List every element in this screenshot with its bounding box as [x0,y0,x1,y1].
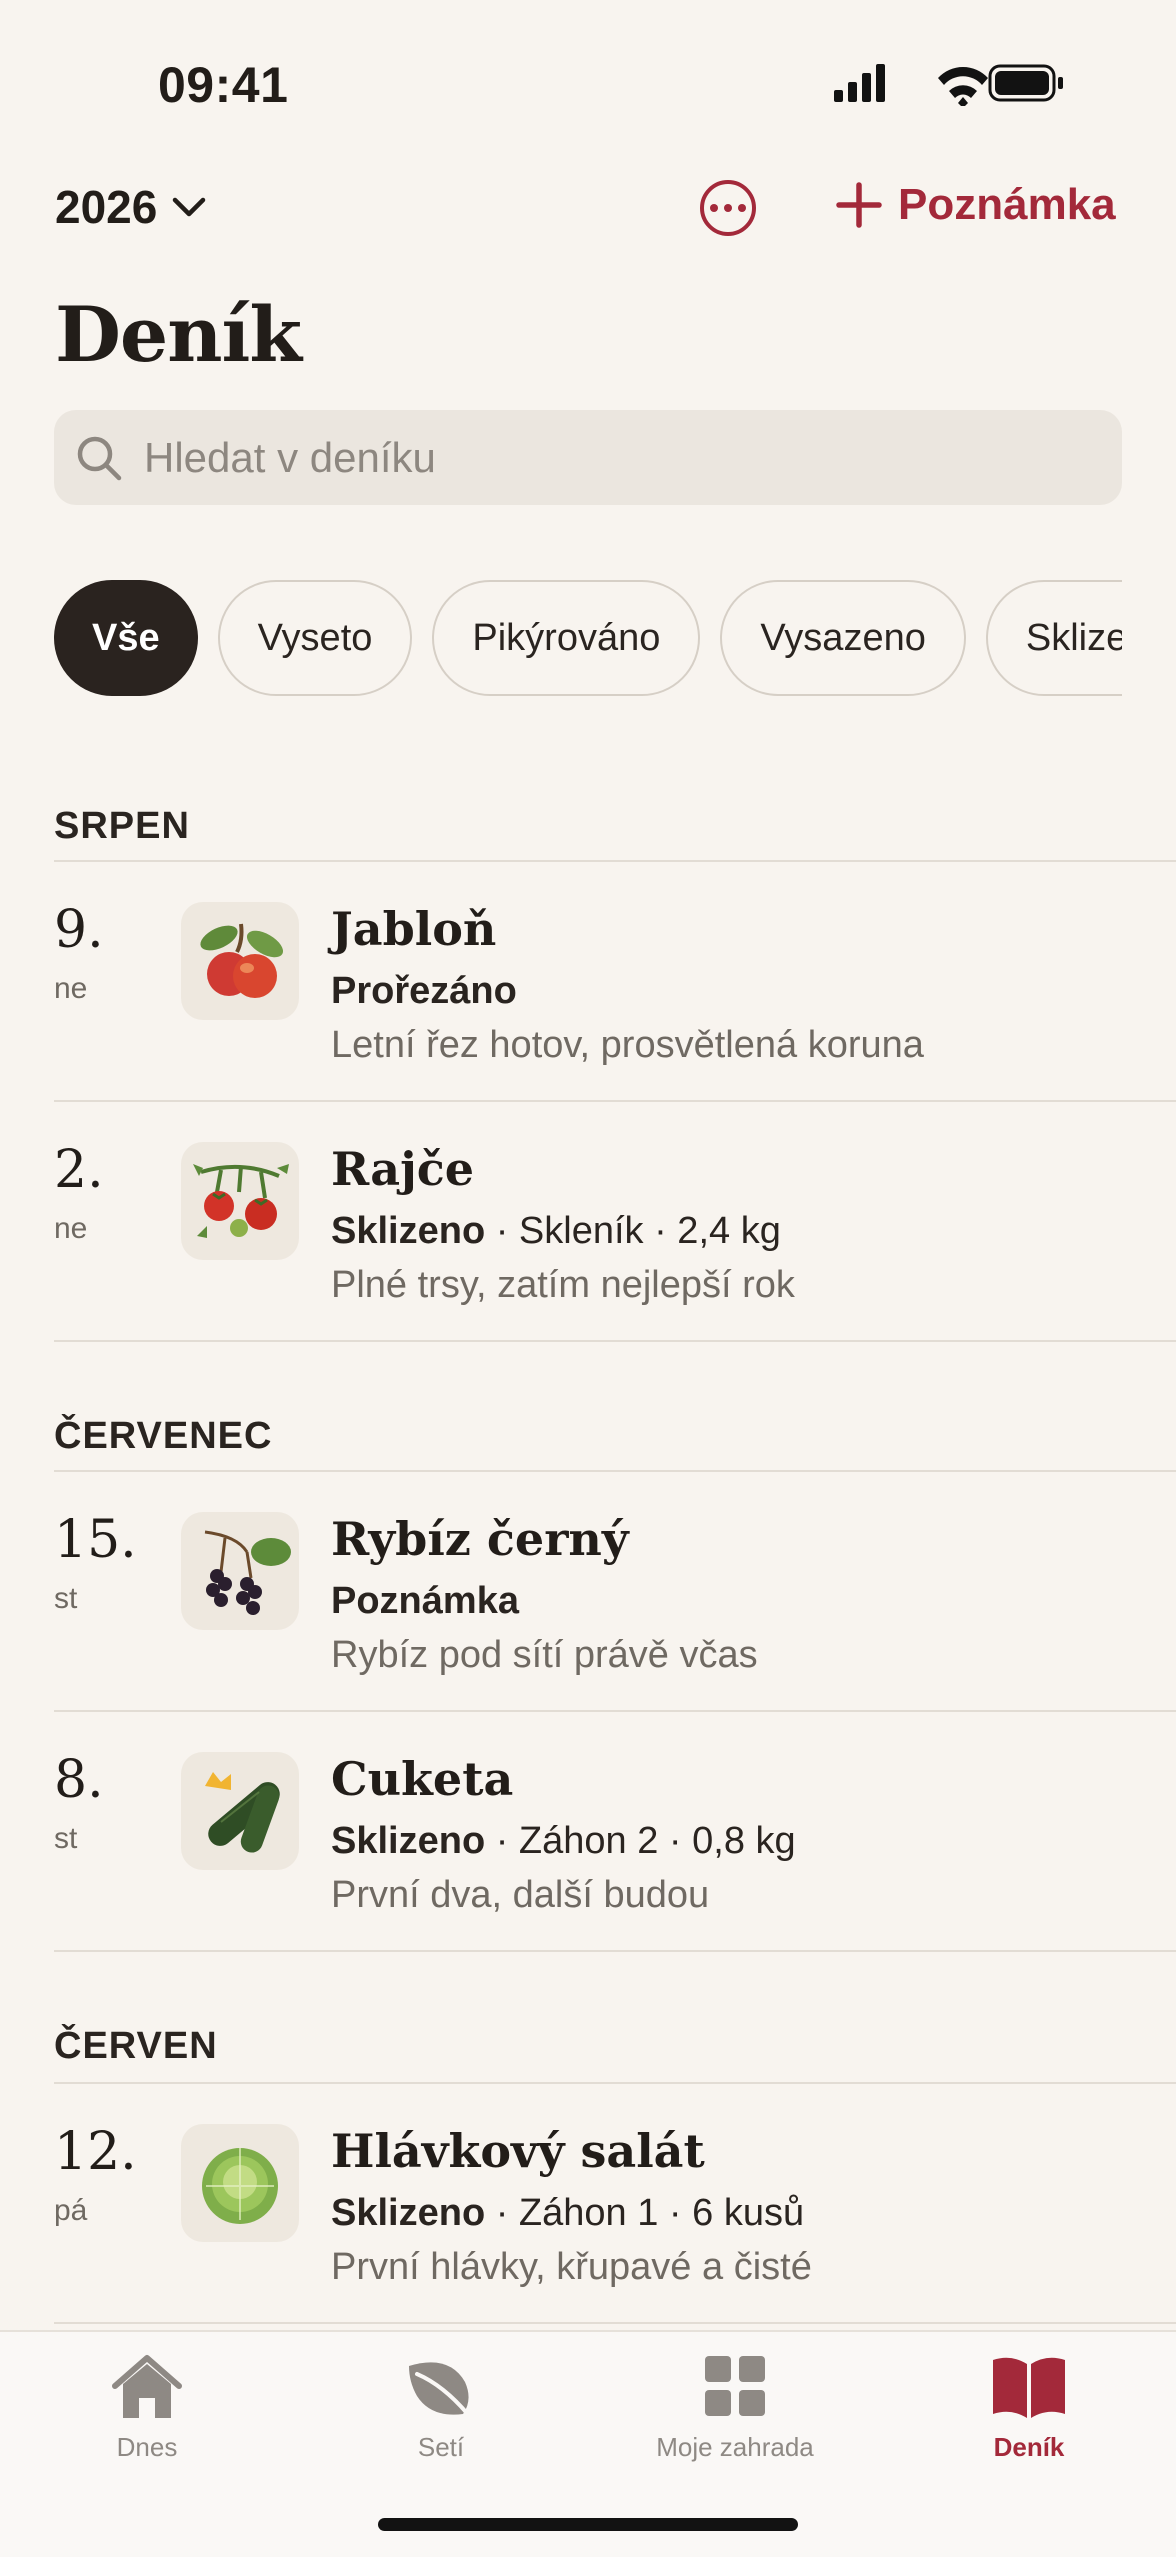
entry-note: První hlávky, křupavé a čisté [331,2246,812,2288]
wifi-icon [938,67,988,108]
leaf-icon [409,2362,473,2420]
add-note-button[interactable]: Poznámka [834,180,1116,230]
entry-day: 9. [54,900,104,960]
entry-note: Plné trsy, zatím nejlepší rok [331,1264,795,1306]
plus-icon [836,182,882,228]
tab-sowing[interactable]: Setí [294,2352,588,2482]
entry-action-line: Sklizeno · Záhon 2 · 0,8 kg [331,1820,796,1863]
search-input[interactable]: Hledat v deníku [54,410,1122,505]
search-placeholder: Hledat v deníku [144,433,436,481]
year-label: 2026 [55,181,158,233]
lettuce-icon [181,2124,299,2242]
entry-weekday: st [54,1822,78,1855]
entry-note: Letní řez hotov, prosvětlená koruna [331,1024,924,1066]
entry-action-line: Prořezáno [331,970,517,1013]
entry-weekday: ne [54,1212,88,1245]
section-header: SRPEN [54,805,190,847]
chevron-down-icon [173,197,206,217]
year-selector[interactable]: 2026 [55,180,207,234]
page-title: Deník [55,290,302,379]
ellipsis-dot [724,204,732,212]
more-options-button[interactable] [700,180,756,236]
status-icons [830,62,1070,111]
entry-action-line: Poznámka [331,1580,519,1623]
tab-label: Dnes [116,2432,178,2462]
journal-entry[interactable]: 2. ne Rajče Sklizeno · Skleník · 2,4 kg … [0,1102,1176,1342]
entry-action: Sklizeno [331,1820,486,1862]
section-header: ČERVENEC [54,1415,273,1457]
entry-plant: Rybíz černý [331,1512,629,1566]
entry-action-line: Sklizeno · Skleník · 2,4 kg [331,1210,781,1253]
entry-action: Poznámka [331,1580,519,1622]
row-divider [54,2322,1176,2324]
tab-today[interactable]: Dnes [0,2352,294,2482]
blackcurrant-icon [181,1512,299,1630]
section-header: ČERVEN [54,2025,218,2067]
entry-details: · Záhon 2 · 0,8 kg [485,1820,796,1862]
entry-action: Sklizeno [331,2192,486,2234]
filter-chip-harvested[interactable]: Sklizeno [985,580,1122,696]
tomato-icon [181,1142,299,1260]
journal-entry[interactable]: 15. st Rybíz černý Poznámka Rybíz pod sí… [0,1472,1176,1712]
zucchini-icon [181,1752,299,1870]
entry-plant: Rajče [331,1142,475,1196]
search-icon [77,436,122,480]
tab-my-garden[interactable]: Moje zahrada [588,2352,882,2482]
entry-weekday: st [54,1582,78,1615]
journal-entry[interactable]: 12. pá Hlávkový salát Sklizeno · Záhon 1… [0,2084,1176,2324]
row-divider [54,1950,1176,1952]
status-time: 09:41 [158,57,289,113]
entry-note: První dva, další budou [331,1874,710,1916]
entry-action-line: Sklizeno · Záhon 1 · 6 kusů [331,2192,804,2235]
signal-icon [834,64,885,102]
entry-action: Prořezáno [331,970,517,1012]
entry-day: 12. [54,2122,137,2182]
journal-entry[interactable]: 8. st Cuketa Sklizeno · Záhon 2 · 0,8 kg… [0,1712,1176,1952]
tab-label: Moje zahrada [656,2432,814,2462]
add-note-label: Poznámka [898,180,1116,229]
ellipsis-icon [710,204,718,212]
entry-day: 15. [54,1510,137,1570]
entry-weekday: ne [54,972,88,1005]
entry-day: 8. [54,1750,104,1810]
entry-plant: Jabloň [331,902,497,956]
ellipsis-dot [738,204,746,212]
tab-label: Setí [417,2432,465,2462]
filter-chip-all[interactable]: Vše [54,580,198,696]
filter-chip-planted[interactable]: Vysazeno [720,580,966,696]
home-indicator [378,2518,798,2531]
battery-icon [988,64,1063,102]
tab-label: Deník [993,2432,1065,2462]
filter-chip-pricked-out[interactable]: Pikýrováno [432,580,701,696]
filter-chips: Vše Vyseto Pikýrováno Vysazeno Sklizeno [54,580,1122,698]
filter-chip-sown[interactable]: Vyseto [217,580,413,696]
journal-entry[interactable]: 9. ne Jabloň Prořezáno Letní řez hotov, … [0,862,1176,1102]
home-icon [112,2355,182,2418]
tab-journal[interactable]: Deník [882,2352,1176,2482]
entry-weekday: pá [54,2194,88,2227]
entry-details: · Skleník · 2,4 kg [485,1210,781,1252]
entry-plant: Hlávkový salát [331,2124,705,2178]
entry-action: Sklizeno [331,1210,486,1252]
entry-note: Rybíz pod sítí právě včas [331,1634,758,1676]
entry-day: 2. [54,1140,104,1200]
entry-details: · Záhon 1 · 6 kusů [485,2192,805,2234]
row-divider [54,1340,1176,1342]
entry-plant: Cuketa [331,1752,514,1806]
apple-icon [181,902,299,1020]
grid-icon [705,2356,765,2416]
book-icon [993,2357,1065,2418]
